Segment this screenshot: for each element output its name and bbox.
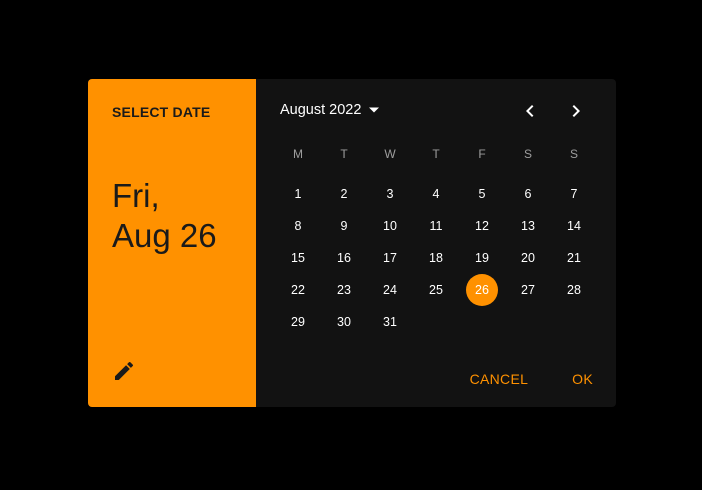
day-number: 9: [340, 219, 348, 233]
day-number: 7: [570, 187, 578, 201]
day-number: 5: [478, 187, 486, 201]
day-number: 29: [291, 315, 305, 329]
day-cell[interactable]: 19: [459, 242, 505, 274]
day-number: 18: [429, 251, 443, 265]
day-number: 2: [340, 187, 348, 201]
month-year-label: August 2022: [280, 102, 362, 118]
day-number: 28: [567, 283, 581, 297]
selected-date-display: Fri, Aug 26: [112, 176, 217, 256]
ok-button[interactable]: OK: [572, 369, 593, 389]
previous-month-button[interactable]: [518, 99, 542, 123]
day-number: 8: [294, 219, 302, 233]
day-cell[interactable]: 7: [551, 178, 597, 210]
weekday-label: S: [569, 147, 578, 161]
day-number: 6: [524, 187, 532, 201]
calendar-week-row: 29 30 31: [275, 306, 597, 338]
day-number: 23: [337, 283, 351, 297]
day-number: 27: [521, 283, 535, 297]
selected-day-of-week: Fri,: [112, 177, 160, 214]
day-cell[interactable]: 25: [413, 274, 459, 306]
day-cell[interactable]: 2: [321, 178, 367, 210]
day-cell[interactable]: 27: [505, 274, 551, 306]
calendar-panel: August 2022 M T W T F S S 1 2 3 4 5 6 7 8 9 10 11 1…: [256, 79, 616, 407]
weekday-label: S: [523, 147, 532, 161]
day-cell[interactable]: 21: [551, 242, 597, 274]
month-year-selector[interactable]: August 2022: [280, 102, 380, 118]
day-cell[interactable]: 9: [321, 210, 367, 242]
day-number: 24: [383, 283, 397, 297]
day-cell[interactable]: 1: [275, 178, 321, 210]
header-label: SELECT DATE: [112, 104, 211, 120]
day-number: 26: [475, 283, 489, 297]
day-number: 12: [475, 219, 489, 233]
empty-day-cell: [413, 306, 459, 338]
weekday-label: T: [340, 147, 348, 161]
date-picker-header: SELECT DATE Fri, Aug 26: [88, 79, 256, 407]
day-number: 10: [383, 219, 397, 233]
selected-month-day: Aug 26: [112, 217, 217, 254]
day-number: 17: [383, 251, 397, 265]
weekday-label: F: [478, 147, 486, 161]
day-number: 1: [294, 187, 302, 201]
day-cell[interactable]: 31: [367, 306, 413, 338]
day-cell[interactable]: 24: [367, 274, 413, 306]
day-number: 30: [337, 315, 351, 329]
day-number: 3: [386, 187, 394, 201]
edit-date-button[interactable]: [112, 359, 136, 383]
pencil-icon: [115, 361, 134, 380]
day-cell[interactable]: 10: [367, 210, 413, 242]
day-cell[interactable]: 14: [551, 210, 597, 242]
calendar-week-row: 8 9 10 11 12 13 14: [275, 210, 597, 242]
day-cell[interactable]: 17: [367, 242, 413, 274]
day-cell[interactable]: 13: [505, 210, 551, 242]
empty-day-cell: [459, 306, 505, 338]
weekday-label: W: [384, 147, 396, 161]
day-number: 21: [567, 251, 581, 265]
day-cell[interactable]: 6: [505, 178, 551, 210]
day-number: 16: [337, 251, 351, 265]
day-cell[interactable]: 30: [321, 306, 367, 338]
day-cell[interactable]: 29: [275, 306, 321, 338]
day-number: 31: [383, 315, 397, 329]
day-cell[interactable]: 16: [321, 242, 367, 274]
day-cell-selected[interactable]: 26: [459, 274, 505, 306]
day-number: 15: [291, 251, 305, 265]
day-number: 4: [432, 187, 440, 201]
day-number: 11: [429, 219, 443, 233]
dialog-actions: CANCEL OK: [470, 369, 616, 389]
empty-day-cell: [551, 306, 597, 338]
day-cell[interactable]: 5: [459, 178, 505, 210]
next-month-button[interactable]: [564, 99, 588, 123]
date-picker-dialog: SELECT DATE Fri, Aug 26 August 2022 M T …: [88, 79, 616, 407]
day-number: 19: [475, 251, 489, 265]
day-number: 22: [291, 283, 305, 297]
day-cell[interactable]: 20: [505, 242, 551, 274]
empty-day-cell: [505, 306, 551, 338]
day-cell[interactable]: 11: [413, 210, 459, 242]
chevron-left-icon: [526, 105, 534, 117]
day-cell[interactable]: 12: [459, 210, 505, 242]
cancel-button[interactable]: CANCEL: [470, 369, 529, 389]
calendar-week-row: 22 23 24 25 26 27 28: [275, 274, 597, 306]
day-number: 13: [521, 219, 535, 233]
weekday-label: M: [293, 147, 303, 161]
day-cell[interactable]: 28: [551, 274, 597, 306]
day-cell[interactable]: 23: [321, 274, 367, 306]
calendar-week-row: 15 16 17 18 19 20 21: [275, 242, 597, 274]
calendar-week-row: 1 2 3 4 5 6 7: [275, 178, 597, 210]
day-number: 25: [429, 283, 443, 297]
day-cell[interactable]: 8: [275, 210, 321, 242]
day-cell[interactable]: 22: [275, 274, 321, 306]
caret-down-icon: [369, 107, 380, 113]
weekday-label: T: [432, 147, 440, 161]
weekday-header: M T W T F S S: [275, 146, 597, 162]
day-cell[interactable]: 18: [413, 242, 459, 274]
day-cell[interactable]: 3: [367, 178, 413, 210]
day-cell[interactable]: 4: [413, 178, 459, 210]
chevron-right-icon: [572, 105, 580, 117]
day-cell[interactable]: 15: [275, 242, 321, 274]
day-number: 20: [521, 251, 535, 265]
day-number: 14: [567, 219, 581, 233]
